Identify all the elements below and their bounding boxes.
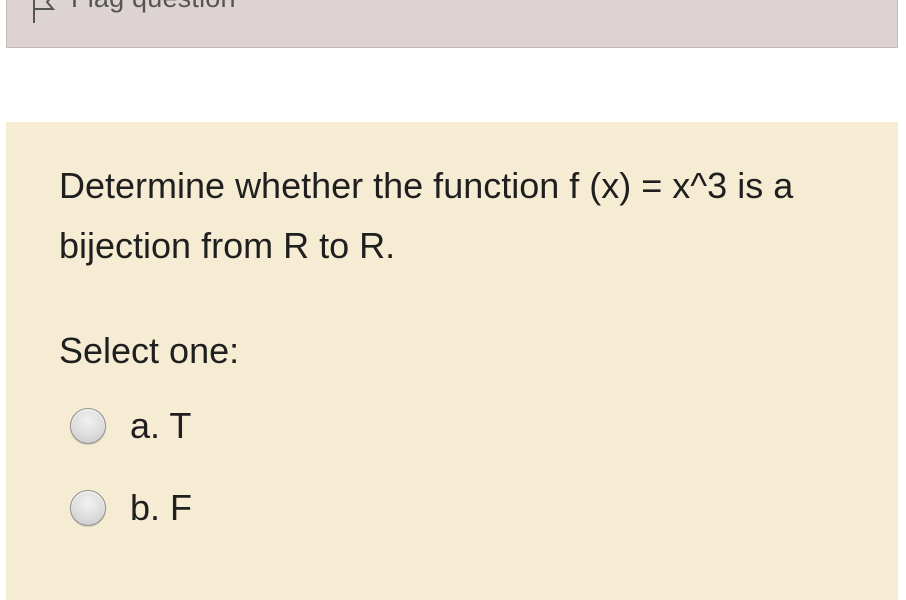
quiz-page: Flag question Determine whether the func…: [0, 0, 906, 600]
question-box: Determine whether the function f (x) = x…: [6, 122, 898, 600]
select-one-prompt: Select one:: [59, 330, 240, 371]
flag-question-label[interactable]: Flag question: [71, 0, 236, 14]
option-b-label[interactable]: b. F: [130, 487, 192, 529]
option-a[interactable]: a. T: [70, 404, 191, 448]
option-a-label[interactable]: a. T: [130, 405, 191, 447]
option-b-radio[interactable]: [70, 490, 106, 526]
question-text: Determine whether the function f (x) = x…: [59, 165, 794, 266]
flag-question-bar[interactable]: Flag question: [6, 0, 898, 48]
option-b[interactable]: b. F: [70, 486, 192, 530]
flag-icon[interactable]: [31, 0, 57, 23]
option-a-radio[interactable]: [70, 408, 106, 444]
